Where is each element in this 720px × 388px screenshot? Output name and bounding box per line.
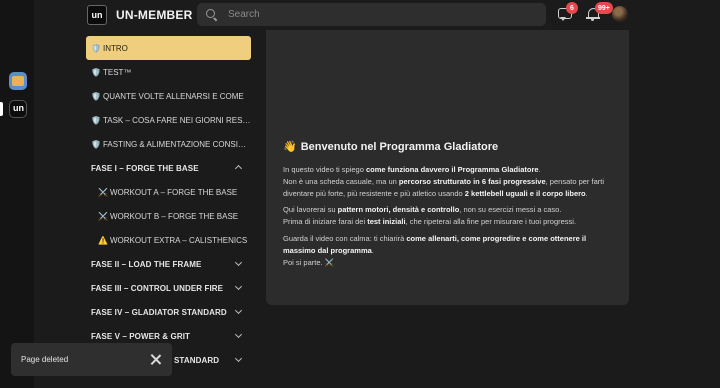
section-label: FASE I – FORGE THE BASE	[91, 163, 199, 173]
sidebar-item-label: WORKOUT EXTRA – CALISTHENICS	[109, 235, 248, 245]
crossed-swords-icon: ⚔️	[98, 211, 108, 221]
sidebar-section-fase-3[interactable]: FASE III – CONTROL UNDER FIRE	[86, 276, 251, 300]
paragraph: Qui lavorerai su pattern motori, densità…	[283, 205, 577, 227]
space-switcher[interactable]: un UN-MEMBER	[87, 4, 214, 26]
chevron-down-icon[interactable]	[234, 306, 243, 315]
course-sidebar: 🛡️ INTRO 🛡️ TEST™ 🛡️ QUANTE VOLTE ALLENA…	[86, 36, 251, 372]
active-app-indicator	[0, 102, 3, 116]
sidebar-item-label: INTRO	[102, 43, 128, 53]
close-icon[interactable]	[150, 354, 161, 365]
sidebar-item-label: TEST™	[102, 67, 132, 77]
chevron-down-icon[interactable]	[234, 354, 243, 363]
section-label: FASE II – LOAD THE FRAME	[91, 259, 202, 269]
notifications-badge: 99+	[595, 2, 613, 14]
section-label: FASE IV – GLADIATOR STANDARD	[91, 307, 227, 317]
sidebar-item-label: FASTING & ALIMENTAZIONE CONSIGLI...	[102, 139, 251, 149]
lesson-body: In questo video ti spiego come funziona …	[283, 164, 613, 273]
brand-name: UN-MEMBER	[116, 8, 193, 22]
un-member-app-icon[interactable]: un	[9, 100, 27, 118]
chevron-down-icon[interactable]	[234, 258, 243, 267]
shield-icon: 🛡️	[91, 115, 101, 125]
community-app-icon[interactable]	[9, 72, 27, 90]
sidebar-item-label: TASK – COSA FARE NEI GIORNI REST (...	[102, 115, 251, 125]
sidebar-item-quante-volte[interactable]: 🛡️ QUANTE VOLTE ALLENARSI E COME	[86, 84, 251, 108]
search-bar[interactable]	[197, 3, 546, 26]
warning-icon: ⚠️	[98, 235, 108, 245]
sidebar-item-fasting[interactable]: 🛡️ FASTING & ALIMENTAZIONE CONSIGLI...	[86, 132, 251, 156]
sidebar-item-test[interactable]: 🛡️ TEST™	[86, 60, 251, 84]
app-rail: un	[0, 0, 34, 388]
chat-badge: 6	[566, 2, 578, 14]
chevron-up-icon[interactable]	[234, 164, 243, 173]
sidebar-item-label: QUANTE VOLTE ALLENARSI E COME	[102, 91, 244, 101]
chevron-down-icon[interactable]	[234, 282, 243, 291]
sidebar-item-label: WORKOUT B – FORGE THE BASE	[109, 211, 239, 221]
section-label: FASE V – POWER & GRIT	[91, 331, 191, 341]
chevron-down-icon[interactable]	[234, 330, 243, 339]
sidebar-item-task[interactable]: 🛡️ TASK – COSA FARE NEI GIORNI REST (...	[86, 108, 251, 132]
paragraph: In questo video ti spiego come funziona …	[283, 165, 605, 198]
section-label: STANDARD	[174, 355, 220, 365]
sidebar-section-fase-2[interactable]: FASE II – LOAD THE FRAME	[86, 252, 251, 276]
crossed-swords-icon: ⚔️	[324, 257, 335, 267]
sidebar-item-workout-extra[interactable]: ⚠️ WORKOUT EXTRA – CALISTHENICS	[86, 228, 251, 252]
shield-icon: 🛡️	[91, 139, 101, 149]
sidebar-section-fase-1[interactable]: FASE I – FORGE THE BASE	[86, 156, 251, 180]
lesson-title: 👋 Benvenuto nel Programma Gladiatore	[283, 141, 499, 153]
sidebar-item-intro[interactable]: 🛡️ INTRO	[86, 36, 251, 60]
user-avatar[interactable]	[612, 6, 628, 22]
shield-icon: 🛡️	[91, 91, 101, 101]
section-label: FASE III – CONTROL UNDER FIRE	[91, 283, 224, 293]
toast-message: Page deleted	[21, 355, 69, 364]
sidebar-section-fase-4[interactable]: FASE IV – GLADIATOR STANDARD	[86, 300, 251, 324]
lesson-card: 👋 Benvenuto nel Programma Gladiatore In q…	[266, 30, 629, 305]
shield-icon: 🛡️	[91, 43, 101, 53]
sidebar-item-workout-a[interactable]: ⚔️ WORKOUT A – FORGE THE BASE	[86, 180, 251, 204]
search-icon	[206, 8, 218, 21]
search-input[interactable]	[226, 8, 530, 21]
shield-icon: 🛡️	[91, 67, 101, 77]
waving-hand-icon: 👋	[283, 141, 297, 153]
toast-notification: Page deleted	[11, 343, 172, 376]
sidebar-item-label: WORKOUT A – FORGE THE BASE	[109, 187, 238, 197]
un-logo-icon: un	[87, 5, 107, 25]
crossed-swords-icon: ⚔️	[98, 187, 108, 197]
sidebar-item-workout-b[interactable]: ⚔️ WORKOUT B – FORGE THE BASE	[86, 204, 251, 228]
paragraph: Guarda il video con calma: ti chiarirà c…	[283, 233, 587, 267]
